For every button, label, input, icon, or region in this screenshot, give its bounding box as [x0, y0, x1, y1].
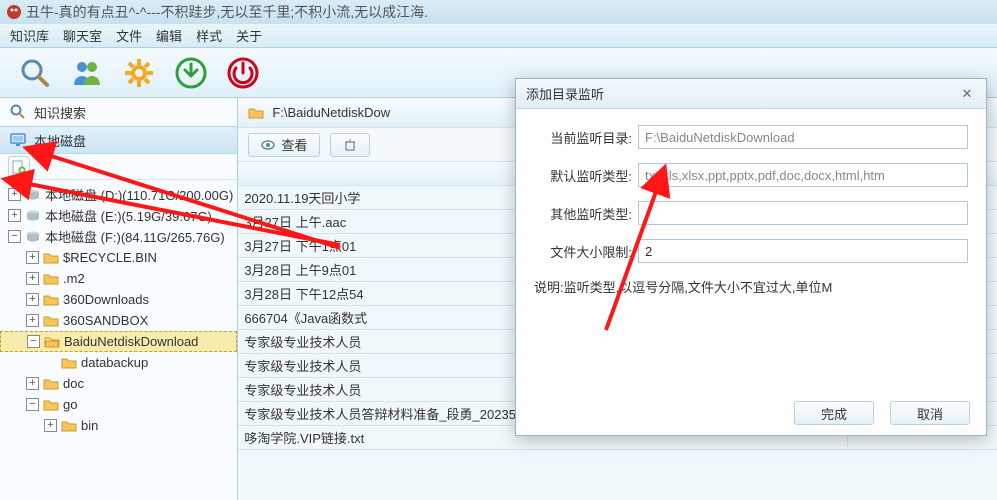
dialog-note: 说明:监听类型,以逗号分隔,文件大小不宜过大,单位M [534, 277, 968, 296]
disk-icon [25, 229, 41, 245]
menu-knowledge[interactable]: 知识库 [10, 26, 49, 45]
menu-edit[interactable]: 编辑 [156, 26, 182, 45]
monitor-icon [10, 132, 26, 148]
tree-node-recycle[interactable]: +$RECYCLE.BIN [0, 247, 237, 268]
menu-style[interactable]: 样式 [196, 26, 222, 45]
eye-icon [261, 138, 275, 152]
disk-icon [25, 187, 41, 203]
tree-node-disk-f[interactable]: −本地磁盘 (F:)(84.11G/265.76G) [0, 226, 237, 247]
breadcrumb-path: F:\BaiduNetdiskDow [272, 105, 390, 120]
tree-node-baidu[interactable]: −BaiduNetdiskDownload [0, 331, 237, 352]
tree-node-bin[interactable]: +bin [0, 415, 237, 436]
tree-node-databackup[interactable]: databackup [0, 352, 237, 373]
sidebar-sub-toolbar [0, 154, 237, 180]
expand-icon[interactable]: + [26, 251, 39, 264]
row-current-dir: 当前监听目录: [534, 125, 968, 149]
folder-icon [248, 105, 264, 121]
dialog-titlebar: 添加目录监听 ✕ [516, 79, 986, 109]
app-icon [6, 4, 22, 20]
menubar: 知识库 聊天室 文件 编辑 样式 关于 [0, 24, 997, 48]
cancel-button[interactable]: 取消 [890, 401, 970, 425]
menu-file[interactable]: 文件 [116, 26, 142, 45]
menu-chat[interactable]: 聊天室 [63, 26, 102, 45]
expand-icon[interactable]: + [8, 209, 21, 222]
tree-node-go[interactable]: −go [0, 394, 237, 415]
collapse-icon[interactable]: − [8, 230, 21, 243]
window-title: 丑牛-真的有点丑^-^---不积跬步,无以至千里;不积小流,无以成江海. [26, 2, 428, 22]
folder-icon [61, 418, 77, 434]
folder-icon [61, 355, 77, 371]
tree-node-disk-e[interactable]: +本地磁盘 (E:)(5.19G/39.67G) [0, 205, 237, 226]
label-default-types: 默认监听类型: [534, 166, 632, 185]
input-other-types[interactable] [638, 201, 968, 225]
expand-icon[interactable]: + [8, 188, 21, 201]
trash-icon [343, 138, 357, 152]
expand-icon[interactable]: + [44, 419, 57, 432]
users-icon[interactable] [70, 56, 104, 90]
view-button[interactable]: 查看 [248, 133, 320, 157]
power-icon[interactable] [226, 56, 260, 90]
input-size-limit[interactable] [638, 239, 968, 263]
folder-open-icon [44, 334, 60, 350]
row-size-limit: 文件大小限制: [534, 239, 968, 263]
tree-node-m2[interactable]: +.m2 [0, 268, 237, 289]
row-default-types: 默认监听类型: [534, 163, 968, 187]
expand-icon[interactable]: + [26, 293, 39, 306]
input-current-dir[interactable] [638, 125, 968, 149]
tree-node-360sandbox[interactable]: +360SANDBOX [0, 310, 237, 331]
toolbar-button-2[interactable] [330, 133, 370, 157]
folder-icon [43, 271, 59, 287]
collapse-icon[interactable]: − [26, 398, 39, 411]
sidebar-search-label: 知识搜索 [34, 103, 86, 122]
folder-icon [43, 397, 59, 413]
magnifier-icon [10, 104, 26, 120]
ok-button[interactable]: 完成 [794, 401, 874, 425]
folder-icon [43, 376, 59, 392]
sidebar-localdisk-label: 本地磁盘 [34, 131, 86, 150]
add-listener-button[interactable] [8, 156, 30, 178]
tree-node-360downloads[interactable]: +360Downloads [0, 289, 237, 310]
label-current-dir: 当前监听目录: [534, 128, 632, 147]
expand-icon[interactable]: + [26, 272, 39, 285]
gear-icon[interactable] [122, 56, 156, 90]
collapse-icon[interactable]: − [27, 335, 40, 348]
menu-about[interactable]: 关于 [236, 26, 262, 45]
folder-icon [43, 313, 59, 329]
window-titlebar: 丑牛-真的有点丑^-^---不积跬步,无以至千里;不积小流,无以成江海. [0, 0, 997, 24]
search-icon[interactable] [18, 56, 52, 90]
add-listener-dialog: 添加目录监听 ✕ 当前监听目录: 默认监听类型: 其他监听类型: 文件大小限制:… [515, 78, 987, 436]
sidebar-item-localdisk[interactable]: 本地磁盘 [0, 126, 237, 154]
close-icon[interactable]: ✕ [958, 85, 976, 103]
download-icon[interactable] [174, 56, 208, 90]
expand-icon[interactable]: + [26, 377, 39, 390]
disk-tree[interactable]: +本地磁盘 (D:)(110.71G/200.00G) +本地磁盘 (E:)(5… [0, 180, 237, 500]
disk-icon [25, 208, 41, 224]
input-default-types[interactable] [638, 163, 968, 187]
sidebar-item-search[interactable]: 知识搜索 [0, 98, 237, 126]
page-plus-icon [12, 160, 26, 174]
label-other-types: 其他监听类型: [534, 204, 632, 223]
tree-node-disk-d[interactable]: +本地磁盘 (D:)(110.71G/200.00G) [0, 184, 237, 205]
expand-icon[interactable]: + [26, 314, 39, 327]
folder-icon [43, 292, 59, 308]
folder-icon [43, 250, 59, 266]
row-other-types: 其他监听类型: [534, 201, 968, 225]
dialog-title: 添加目录监听 [526, 84, 604, 103]
sidebar: 知识搜索 本地磁盘 +本地磁盘 (D:)(110.71G/200.00G) +本… [0, 98, 238, 500]
tree-node-doc[interactable]: +doc [0, 373, 237, 394]
label-size-limit: 文件大小限制: [534, 242, 632, 261]
